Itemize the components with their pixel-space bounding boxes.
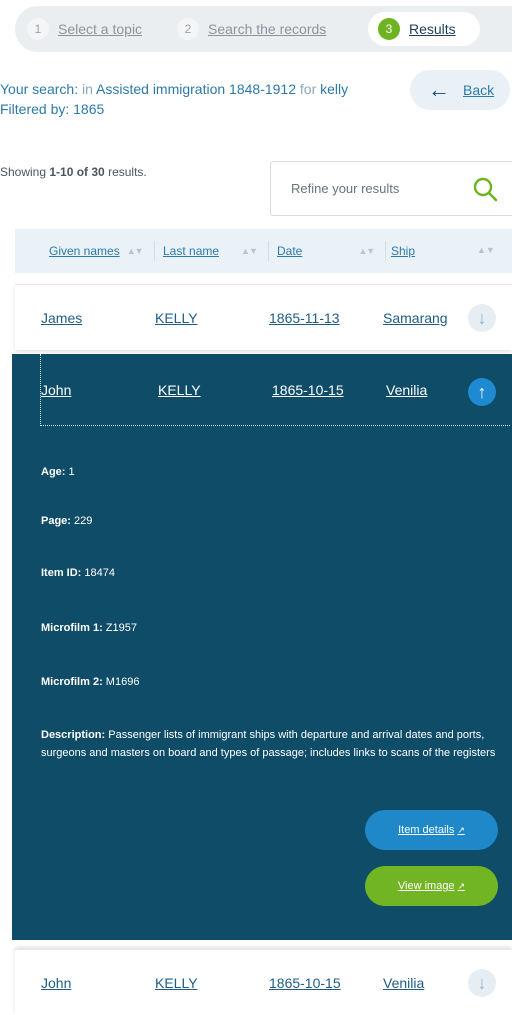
given-name-link[interactable]: John — [41, 354, 71, 426]
column-label: Ship — [391, 244, 416, 258]
expanded-row: John KELLY 1865-10-15 Venilia ↑ Age: 1 P… — [12, 354, 512, 940]
summary-in: in — [81, 81, 93, 97]
column-ship[interactable]: Ship — [391, 229, 415, 273]
table-row[interactable]: John KELLY 1865-10-15 Venilia ↓ — [15, 949, 512, 1015]
summary-prefix: Your search: — [0, 81, 79, 97]
step-number: 2 — [177, 18, 199, 40]
step-label[interactable]: Select a topic — [58, 21, 142, 37]
column-given-names[interactable]: Given names ▲▼ — [49, 229, 155, 273]
detail-microfilm-1: Microfilm 1: Z1957 — [41, 622, 137, 634]
given-name-link[interactable]: James — [41, 285, 82, 351]
detail-value: 229 — [74, 515, 93, 527]
detail-microfilm-2: Microfilm 2: M1696 — [41, 676, 139, 688]
arrow-up-icon[interactable]: ↑ — [468, 378, 496, 406]
detail-item-id: Item ID: 18474 — [41, 567, 115, 579]
last-name-link[interactable]: KELLY — [155, 950, 198, 1015]
summary-collection: Assisted immigration 1848-1912 — [96, 81, 297, 97]
detail-label: Page: — [41, 515, 71, 527]
refine-input[interactable] — [271, 162, 461, 215]
detail-label: Age: — [41, 466, 66, 478]
step-label[interactable]: Search the records — [208, 21, 326, 37]
ship-link[interactable]: Venilia — [386, 354, 427, 426]
results-count: Showing 1-10 of 30 results. — [0, 165, 147, 179]
button-label: Item details — [398, 824, 455, 836]
column-last-name[interactable]: Last name ▲▼ — [163, 229, 269, 273]
steps-bar: 1 Select a topic 2 Search the records 3 … — [15, 6, 512, 52]
sort-icon: ▲▼ — [241, 246, 258, 256]
last-name-link[interactable]: KELLY — [155, 285, 198, 351]
showing-suffix: results. — [108, 165, 147, 179]
step-number: 3 — [378, 18, 400, 40]
step-label[interactable]: Results — [409, 21, 456, 37]
external-link-icon: ↗ — [457, 824, 465, 835]
detail-value: 18474 — [84, 567, 115, 579]
last-name-link[interactable]: KELLY — [158, 354, 201, 426]
filter-label: Filtered by: — [0, 101, 70, 117]
step-number: 1 — [27, 18, 49, 40]
view-image-button[interactable]: View image ↗ — [365, 866, 498, 906]
detail-label: Microfilm 1: — [41, 622, 103, 634]
showing-range: 1-10 of 30 — [49, 165, 105, 179]
arrow-down-icon[interactable]: ↓ — [468, 304, 496, 332]
column-divider — [267, 241, 269, 261]
date-link[interactable]: 1865-11-13 — [269, 285, 340, 351]
sort-icon[interactable]: ▲▼ — [477, 245, 495, 255]
arrow-down-icon[interactable]: ↓ — [468, 969, 496, 997]
step-select-topic[interactable]: 1 Select a topic — [27, 12, 142, 46]
date-link[interactable]: 1865-10-15 — [272, 354, 344, 426]
table-row[interactable]: James KELLY 1865-11-13 Samarang ↓ — [15, 284, 512, 350]
detail-value: 1 — [68, 466, 75, 478]
detail-value: Passenger lists of immigrant ships with … — [41, 729, 496, 759]
item-details-button[interactable]: Item details ↗ — [365, 810, 498, 850]
ship-link[interactable]: Venilia — [383, 950, 424, 1015]
arrow-left-icon: ← — [428, 77, 450, 102]
given-name-link[interactable]: John — [41, 950, 71, 1015]
column-label: Last name — [163, 244, 220, 258]
sort-icon: ▲▼ — [126, 246, 144, 256]
detail-description: Description: Passenger lists of immigran… — [41, 726, 501, 762]
summary-term: kelly — [320, 81, 349, 97]
search-summary: Your search: in Assisted immigration 184… — [0, 79, 400, 119]
column-divider — [385, 241, 387, 261]
table-row[interactable]: John KELLY 1865-10-15 Venilia — [40, 354, 510, 426]
detail-label: Description: — [41, 729, 106, 741]
column-label: Date — [277, 244, 303, 258]
search-icon[interactable] — [472, 176, 498, 202]
date-link[interactable]: 1865-10-15 — [269, 950, 341, 1015]
detail-page: Page: 229 — [41, 515, 92, 527]
detail-age: Age: 1 — [41, 466, 75, 478]
step-results[interactable]: 3 Results — [368, 12, 480, 46]
column-label: Given names — [49, 244, 120, 258]
external-link-icon: ↗ — [457, 880, 466, 891]
column-date[interactable]: Date ▲▼ — [277, 229, 387, 273]
table-header: Given names ▲▼ Last name ▲▼ Date ▲▼ Ship… — [15, 229, 512, 273]
detail-label: Item ID: — [41, 567, 82, 579]
detail-value: M1696 — [105, 676, 140, 688]
ship-link[interactable]: Samarang — [383, 285, 448, 351]
showing-prefix: Showing — [0, 165, 47, 179]
detail-value: Z1957 — [105, 622, 137, 634]
back-button[interactable]: ← Back — [410, 70, 510, 110]
refine-box — [270, 161, 512, 216]
detail-label: Microfilm 2: — [41, 676, 103, 688]
button-label: View image — [397, 880, 455, 892]
back-label: Back — [463, 82, 495, 98]
sort-icon: ▲▼ — [358, 246, 375, 256]
step-search-records[interactable]: 2 Search the records — [177, 12, 326, 46]
summary-for: for — [299, 81, 317, 97]
filter-value: 1865 — [73, 101, 105, 117]
column-divider — [153, 241, 155, 261]
